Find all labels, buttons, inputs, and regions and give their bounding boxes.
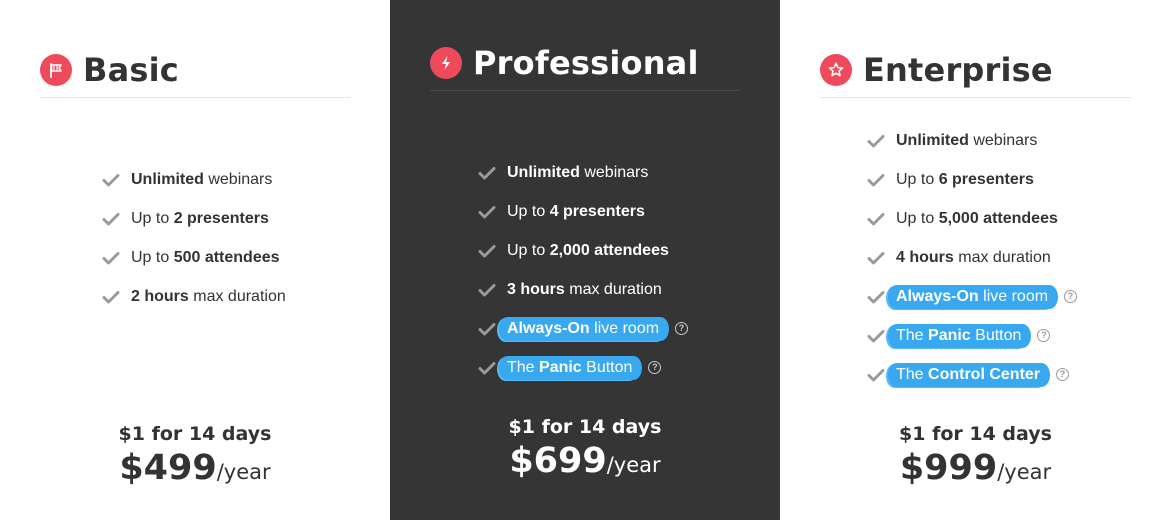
price: $699/year [390, 441, 780, 488]
price-amount: $999 [899, 448, 998, 488]
check-icon [102, 212, 120, 226]
feature-item: 4 hours max duration [867, 238, 1077, 277]
price: $499/year [0, 448, 390, 495]
feature-item-highlighted: Always-On live room ? [867, 277, 1078, 316]
feature-text: Up to 5,000 attendees [896, 209, 1058, 227]
feature-item: Up to 2 presenters [102, 199, 286, 238]
feature-item: 3 hours max duration [478, 270, 688, 309]
feature-item-highlighted: The Control Center ? [867, 355, 1077, 394]
price-amount: $699 [509, 441, 607, 481]
feature-text: 2 hours max duration [131, 287, 286, 305]
feature-item: Up to 4 presenters [478, 192, 688, 231]
price: $999/year [780, 448, 1171, 495]
price-amount: $499 [119, 448, 217, 488]
help-icon[interactable]: ? [1064, 290, 1078, 303]
check-icon [478, 322, 496, 336]
feature-text: The Control Center [888, 362, 1049, 387]
feature-text: Always-On live room [888, 284, 1057, 309]
feature-item: Up to 2,000 attendees [478, 231, 688, 270]
feature-item-highlighted: The Panic Button ? [867, 316, 1077, 355]
check-icon [478, 205, 496, 219]
feature-text: Up to 4 presenters [507, 202, 645, 220]
feature-text: Up to 500 attendees [131, 248, 280, 266]
check-icon [478, 166, 496, 180]
lightning-icon [430, 47, 462, 79]
feature-text: Always-On live room [499, 316, 668, 341]
help-icon[interactable]: ? [675, 322, 689, 335]
plan-professional: Professional Unlimited webinars Up to 4 … [390, 0, 780, 520]
plan-header: Enterprise [820, 42, 1131, 98]
check-icon [478, 361, 496, 375]
plan-header: Basic [40, 42, 350, 98]
plan-title: Professional [473, 44, 699, 82]
feature-item: Up to 500 attendees [102, 238, 286, 277]
feature-item: 2 hours max duration [102, 277, 286, 316]
check-icon [478, 244, 496, 258]
check-icon [867, 212, 885, 226]
feature-text: The Panic Button [888, 323, 1030, 348]
check-icon [478, 283, 496, 297]
feature-item: Up to 5,000 attendees [867, 199, 1077, 238]
pricing-table: Basic Unlimited webinars Up to 2 present… [0, 0, 1171, 520]
feature-text: Unlimited webinars [507, 163, 649, 181]
check-icon [102, 251, 120, 265]
feature-text: Up to 2,000 attendees [507, 241, 669, 259]
trial-offer: $1 for 14 days [118, 423, 272, 445]
price-period: /year [606, 453, 661, 477]
feature-text: Up to 6 presenters [896, 170, 1034, 188]
feature-text: 3 hours max duration [507, 280, 662, 298]
help-icon[interactable]: ? [1056, 368, 1070, 381]
plan-header: Professional [430, 36, 740, 91]
check-icon [102, 173, 120, 187]
check-icon [867, 290, 885, 304]
feature-list: Unlimited webinars Up to 2 presenters Up… [102, 160, 286, 316]
price-block: $1 for 14 days $699/year [390, 413, 780, 488]
trial-offer: $1 for 14 days [508, 416, 662, 438]
feature-text: The Panic Button [499, 355, 641, 380]
feature-text: 4 hours max duration [896, 248, 1051, 266]
check-icon [867, 329, 885, 343]
feature-text: Unlimited webinars [131, 170, 273, 188]
feature-item-highlighted: Always-On live room ? [478, 309, 689, 348]
feature-list: Unlimited webinars Up to 4 presenters Up… [478, 153, 689, 387]
plan-title: Basic [83, 50, 179, 89]
check-icon [867, 368, 885, 382]
price-block: $1 for 14 days $999/year [780, 420, 1171, 495]
feature-item-highlighted: The Panic Button ? [478, 348, 688, 387]
feature-item: Unlimited webinars [102, 160, 286, 199]
plan-title: Enterprise [863, 50, 1053, 89]
plan-basic: Basic Unlimited webinars Up to 2 present… [0, 0, 390, 520]
help-icon[interactable]: ? [648, 361, 662, 374]
check-icon [102, 290, 120, 304]
plan-enterprise: Enterprise Unlimited webinars Up to 6 pr… [780, 0, 1171, 520]
feature-item: Unlimited webinars [478, 153, 688, 192]
check-icon [867, 251, 885, 265]
feature-text: Unlimited webinars [896, 131, 1038, 149]
feature-list: Unlimited webinars Up to 6 presenters Up… [867, 121, 1078, 394]
feature-item: Unlimited webinars [867, 121, 1077, 160]
price-period: /year [997, 460, 1052, 484]
feature-item: Up to 6 presenters [867, 160, 1077, 199]
trial-offer: $1 for 14 days [899, 423, 1052, 445]
price-period: /year [216, 460, 271, 484]
check-icon [867, 173, 885, 187]
price-block: $1 for 14 days $499/year [0, 420, 390, 495]
feature-text: Up to 2 presenters [131, 209, 269, 227]
check-icon [867, 134, 885, 148]
star-icon [820, 53, 852, 86]
help-icon[interactable]: ? [1037, 329, 1051, 342]
flag-icon [40, 53, 72, 86]
